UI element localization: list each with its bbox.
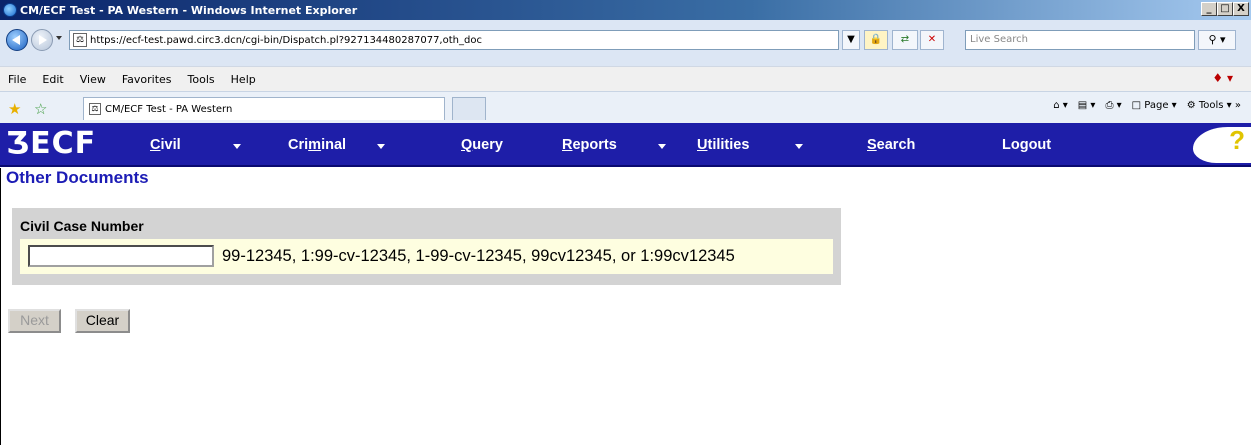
recent-pages-dropdown-icon[interactable] [56, 36, 62, 40]
search-button[interactable]: ⚲ ▾ [1198, 30, 1236, 50]
tab-title: CM/ECF Test - PA Western [105, 103, 233, 115]
utilities-dropdown-icon[interactable] [795, 144, 803, 149]
window-title-bar: CM/ECF Test - PA Western - Windows Inter… [0, 0, 1251, 20]
case-number-row: 99-12345, 1:99-cv-12345, 1-99-cv-12345, … [20, 239, 833, 274]
gear-icon: ⚙ [1186, 100, 1196, 111]
window-title: CM/ECF Test - PA Western - Windows Inter… [20, 3, 358, 17]
case-number-form: Civil Case Number 99-12345, 1:99-cv-1234… [12, 208, 841, 285]
ecf-nav-bar: ƷECF Civil Criminal Query Reports Utilit… [0, 123, 1251, 167]
help-button[interactable]: ? [1193, 125, 1251, 163]
help-question-icon: ? [1229, 125, 1245, 155]
scales-favicon-icon: ⚖ [73, 33, 87, 47]
reports-dropdown-icon[interactable] [658, 144, 666, 149]
nav-civil[interactable]: Civil [150, 137, 181, 153]
nav-criminal[interactable]: Criminal [288, 137, 346, 153]
new-tab-button[interactable] [452, 97, 486, 120]
nav-logout[interactable]: Logout [1002, 137, 1051, 153]
menu-bar: File Edit View Favorites Tools Help ♦ ▾ [0, 66, 1251, 91]
add-favorites-icon[interactable]: ☆ [34, 100, 47, 118]
nav-reports[interactable]: Reports [562, 137, 617, 153]
tab-bar: ★ ☆ ⚖ CM/ECF Test - PA Western ⌂ ▾ ▤ ▾ ⎙… [0, 91, 1251, 123]
nav-search[interactable]: Search [867, 137, 915, 153]
menu-tools[interactable]: Tools [180, 73, 223, 86]
back-button[interactable] [6, 29, 28, 51]
clear-button[interactable]: Clear [75, 309, 130, 333]
home-icon[interactable]: ⌂ ▾ [1053, 100, 1068, 111]
favorites-star-icon[interactable]: ★ [8, 100, 21, 118]
minimize-button[interactable]: _ [1201, 2, 1217, 16]
menu-file[interactable]: File [0, 73, 34, 86]
internet-explorer-icon [3, 3, 17, 17]
address-input[interactable]: ⚖ https://ecf-test.pawd.circ3.dcn/cgi-bi… [69, 30, 839, 50]
case-number-label: Civil Case Number [20, 218, 144, 234]
menu-view[interactable]: View [72, 73, 114, 86]
refresh-button[interactable]: ⇄ [892, 30, 918, 50]
civil-dropdown-icon[interactable] [233, 144, 241, 149]
address-url: https://ecf-test.pawd.circ3.dcn/cgi-bin/… [90, 34, 482, 46]
nav-query[interactable]: Query [461, 137, 503, 153]
page-title: Other Documents [6, 168, 149, 187]
forward-arrow-icon [39, 35, 47, 45]
window-controls: _ □ X [1201, 2, 1249, 16]
stop-button[interactable]: ✕ [920, 30, 944, 50]
search-icon: ⚲ [1208, 33, 1217, 46]
forward-button[interactable] [31, 29, 53, 51]
next-button[interactable]: Next [8, 309, 61, 333]
menu-help[interactable]: Help [223, 73, 264, 86]
lock-icon[interactable]: 🔒 [864, 30, 888, 50]
scales-favicon-icon: ⚖ [89, 103, 101, 115]
browser-tab[interactable]: ⚖ CM/ECF Test - PA Western [83, 97, 445, 120]
tools-label: Tools [1198, 100, 1224, 111]
address-dropdown-button[interactable]: ▼ [842, 30, 860, 50]
command-bar: ⌂ ▾ ▤ ▾ ⎙ ▾ □ Page ▾ ⚙ Tools ▾ » [1053, 100, 1241, 111]
case-number-format-hint: 99-12345, 1:99-cv-12345, 1-99-cv-12345, … [222, 247, 735, 265]
back-arrow-icon [12, 35, 20, 45]
tools-menu[interactable]: ⚙ Tools ▾ » [1187, 100, 1241, 111]
print-icon[interactable]: ⎙ ▾ [1105, 100, 1121, 111]
page-label: Page [1144, 100, 1169, 111]
page-menu[interactable]: □ Page ▾ [1132, 100, 1177, 111]
left-border [0, 168, 1, 445]
nav-utilities[interactable]: Utilities [697, 137, 749, 153]
menu-edit[interactable]: Edit [34, 73, 71, 86]
live-search-input[interactable]: Live Search [965, 30, 1195, 50]
close-button[interactable]: X [1233, 2, 1249, 16]
case-number-input[interactable] [28, 245, 214, 267]
maximize-button[interactable]: □ [1217, 2, 1233, 16]
criminal-dropdown-icon[interactable] [377, 144, 385, 149]
page-icon: □ [1131, 100, 1142, 111]
ecf-logo[interactable]: ƷECF [6, 127, 96, 161]
menu-favorites[interactable]: Favorites [114, 73, 180, 86]
addon-icon[interactable]: ♦ ▾ [1204, 71, 1241, 85]
feeds-icon[interactable]: ▤ ▾ [1078, 100, 1096, 111]
